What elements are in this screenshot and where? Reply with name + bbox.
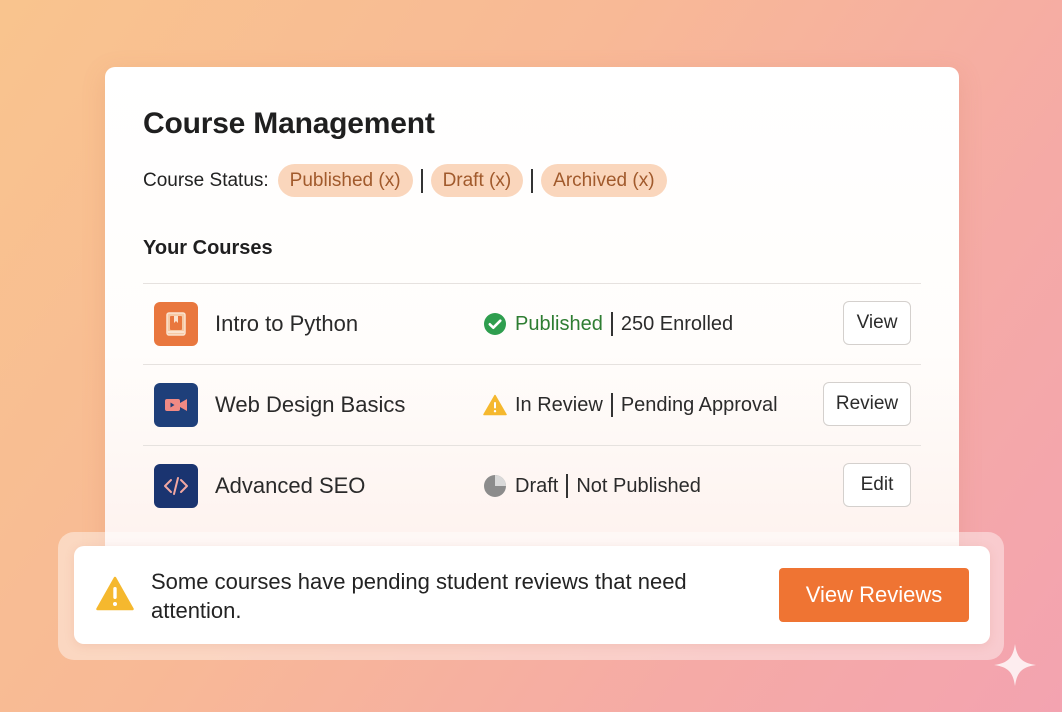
status-text: In Review xyxy=(515,393,603,416)
status-detail: Not Published xyxy=(576,474,701,497)
pending-reviews-notice: Some courses have pending student review… xyxy=(74,546,990,644)
code-icon xyxy=(154,464,198,508)
filter-chip-archived[interactable]: Archived (x) xyxy=(541,164,667,197)
filter-chip-published[interactable]: Published (x) xyxy=(277,164,413,197)
pie-chart-icon xyxy=(483,474,507,498)
status-text: Draft xyxy=(515,474,559,497)
course-status: In Review Pending Approval xyxy=(483,365,778,445)
view-button[interactable]: View xyxy=(843,301,911,345)
filter-chip-draft[interactable]: Draft (x) xyxy=(430,164,524,197)
status-detail: 250 Enrolled xyxy=(620,312,734,335)
page-title: Course Management xyxy=(143,107,435,140)
check-circle-icon xyxy=(483,312,507,336)
chip-divider xyxy=(531,168,534,193)
course-name[interactable]: Intro to Python xyxy=(215,284,358,364)
status-detail: Pending Approval xyxy=(620,393,778,416)
warning-icon xyxy=(96,576,134,612)
status-divider xyxy=(610,312,613,336)
your-courses-heading: Your Courses xyxy=(143,237,273,259)
status-divider xyxy=(566,474,569,498)
edit-button[interactable]: Edit xyxy=(843,463,911,507)
course-management-card: Course Management Course Status: Publish… xyxy=(105,67,959,587)
notice-message: Some courses have pending student review… xyxy=(151,569,687,623)
video-camera-icon xyxy=(154,383,198,427)
course-row-intro-to-python: Intro to Python Published 250 Enrolled V… xyxy=(143,283,921,364)
course-status-filter: Course Status: Published (x) Draft (x) A… xyxy=(143,164,667,197)
course-list: Intro to Python Published 250 Enrolled V… xyxy=(143,283,921,526)
status-divider xyxy=(610,393,613,417)
course-status: Published 250 Enrolled xyxy=(483,284,733,364)
view-reviews-button[interactable]: View Reviews xyxy=(779,568,969,622)
course-row-web-design-basics: Web Design Basics In Review Pending Appr… xyxy=(143,364,921,445)
chip-divider xyxy=(420,168,423,193)
course-name[interactable]: Web Design Basics xyxy=(215,365,405,445)
course-status-label: Course Status: xyxy=(143,169,269,191)
course-name[interactable]: Advanced SEO xyxy=(215,446,365,526)
course-status: Draft Not Published xyxy=(483,446,701,526)
book-icon xyxy=(154,302,198,346)
course-row-advanced-seo: Advanced SEO Draft Not Published Edit xyxy=(143,445,921,526)
review-button[interactable]: Review xyxy=(823,382,911,426)
sparkle-icon xyxy=(992,642,1038,688)
status-text: Published xyxy=(515,312,603,335)
warning-icon xyxy=(483,393,507,417)
